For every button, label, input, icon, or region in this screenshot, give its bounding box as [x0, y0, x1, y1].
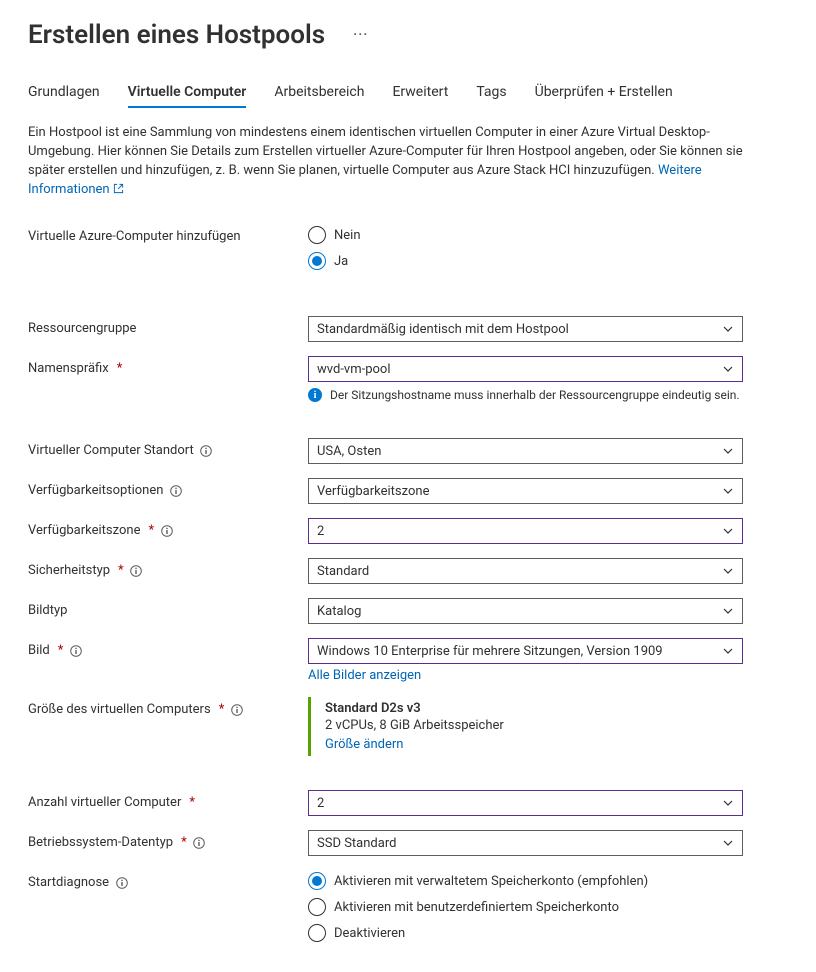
info-icon[interactable]: [169, 484, 182, 497]
chevron-down-icon: [722, 797, 734, 809]
info-icon[interactable]: [115, 876, 128, 889]
image-type-select[interactable]: Katalog: [308, 598, 743, 624]
radio-label: Aktivieren mit benutzerdefiniertem Speic…: [334, 900, 619, 915]
resource-group-select[interactable]: Standardmäßig identisch mit dem Hostpool: [308, 316, 743, 342]
chevron-down-icon: [722, 363, 734, 375]
description: Ein Hostpool ist eine Sammlung von minde…: [28, 124, 748, 200]
vm-count-select[interactable]: 2: [308, 790, 743, 816]
label-resource-group: Ressourcengruppe: [28, 316, 308, 336]
label-location: Virtueller Computer Standort: [28, 438, 308, 458]
label-avail-options: Verfügbarkeitsoptionen: [28, 478, 308, 498]
info-icon[interactable]: [193, 836, 206, 849]
radio-label: Ja: [334, 254, 348, 269]
avail-zone-select[interactable]: 2: [308, 518, 743, 544]
tab-3[interactable]: Erweitert: [392, 78, 448, 108]
add-vm-radio-group: Nein Ja: [308, 224, 788, 270]
vm-size-block: Standard D2s v3 2 vCPUs, 8 GiB Arbeitssp…: [308, 697, 788, 756]
boot-diag-option-0[interactable]: Aktivieren mit verwaltetem Speicherkonto…: [308, 872, 788, 890]
name-prefix-helper: i Der Sitzungshostname muss innerhalb de…: [308, 388, 743, 402]
chevron-down-icon: [722, 525, 734, 537]
label-security-type: Sicherheitstyp*: [28, 558, 308, 578]
os-disk-select[interactable]: SSD Standard: [308, 830, 743, 856]
radio-icon: [308, 872, 326, 890]
info-icon[interactable]: [200, 444, 213, 457]
chevron-down-icon: [722, 445, 734, 457]
label-boot-diag: Startdiagnose: [28, 870, 308, 890]
chevron-down-icon: [722, 485, 734, 497]
label-vm-size: Größe des virtuellen Computers*: [28, 697, 308, 717]
tab-5[interactable]: Überprüfen + Erstellen: [535, 78, 673, 108]
radio-icon: [308, 252, 326, 270]
radio-icon: [308, 898, 326, 916]
add-vm-option-0[interactable]: Nein: [308, 226, 788, 244]
tabs: Grundlagen Virtuelle Computer Arbeitsberei…: [28, 78, 788, 108]
external-link-icon: [113, 182, 124, 201]
label-add-vm: Virtuelle Azure-Computer hinzufügen: [28, 224, 308, 244]
label-avail-zone: Verfügbarkeitszone*: [28, 518, 308, 538]
boot-diag-option-2[interactable]: Deaktivieren: [308, 924, 788, 942]
avail-options-select[interactable]: Verfügbarkeitszone: [308, 478, 743, 504]
label-image-type: Bildtyp: [28, 598, 308, 618]
chevron-down-icon: [722, 605, 734, 617]
label-os-disk: Betriebssystem-Datentyp*: [28, 830, 308, 850]
page-title: Erstellen eines Hostpools: [28, 20, 325, 50]
boot-diag-option-1[interactable]: Aktivieren mit benutzerdefiniertem Speic…: [308, 898, 788, 916]
tab-4[interactable]: Tags: [476, 78, 506, 108]
location-select[interactable]: USA, Osten: [308, 438, 743, 464]
add-vm-option-1[interactable]: Ja: [308, 252, 788, 270]
chevron-down-icon: [722, 323, 734, 335]
vm-size-title: Standard D2s v3: [325, 701, 788, 716]
tab-0[interactable]: Grundlagen: [28, 78, 100, 108]
info-icon[interactable]: [160, 524, 173, 537]
info-icon[interactable]: [130, 564, 143, 577]
info-icon[interactable]: [230, 703, 243, 716]
tab-1[interactable]: Virtuelle Computer: [128, 78, 247, 108]
radio-label: Nein: [334, 228, 361, 243]
security-type-select[interactable]: Standard: [308, 558, 743, 584]
label-vm-count: Anzahl virtueller Computer*: [28, 790, 308, 810]
description-text: Ein Hostpool ist eine Sammlung von minde…: [28, 125, 743, 178]
name-prefix-select[interactable]: wvd-vm-pool: [308, 356, 743, 382]
radio-label: Aktivieren mit verwaltetem Speicherkonto…: [334, 874, 648, 889]
more-menu-icon[interactable]: ···: [353, 27, 368, 43]
radio-label: Deaktivieren: [334, 926, 405, 941]
boot-diag-radio-group: Aktivieren mit verwaltetem Speicherkonto…: [308, 870, 788, 942]
all-images-link[interactable]: Alle Bilder anzeigen: [308, 668, 421, 683]
chevron-down-icon: [722, 565, 734, 577]
change-size-link[interactable]: Größe ändern: [325, 737, 403, 752]
label-image: Bild*: [28, 638, 308, 658]
radio-icon: [308, 226, 326, 244]
radio-icon: [308, 924, 326, 942]
tab-2[interactable]: Arbeitsbereich: [274, 78, 364, 108]
label-name-prefix: Namenspräfix*: [28, 356, 308, 376]
vm-size-sub: 2 vCPUs, 8 GiB Arbeitsspeicher: [325, 718, 788, 733]
image-select[interactable]: Windows 10 Enterprise für mehrere Sitzun…: [308, 638, 743, 664]
chevron-down-icon: [722, 645, 734, 657]
info-icon[interactable]: [69, 644, 82, 657]
info-icon: i: [308, 388, 322, 402]
chevron-down-icon: [722, 837, 734, 849]
